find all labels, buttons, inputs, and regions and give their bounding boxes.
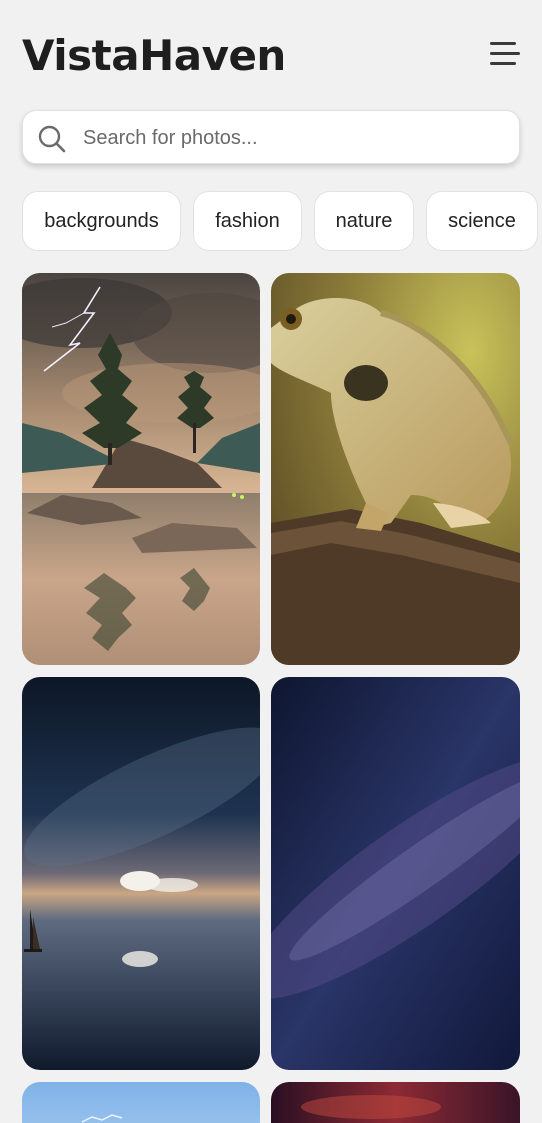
app-title: VistaHaven: [22, 31, 286, 80]
photo-card[interactable]: [22, 1082, 260, 1123]
category-chip-nature[interactable]: nature: [314, 191, 414, 251]
search-bar[interactable]: [22, 110, 520, 164]
photo-image: [22, 1082, 260, 1123]
hamburger-menu-icon[interactable]: [486, 38, 522, 70]
category-chip-fashion[interactable]: fashion: [193, 191, 302, 251]
photo-card[interactable]: [271, 273, 520, 665]
photo-card[interactable]: [271, 1082, 520, 1123]
menu-line: [490, 62, 516, 65]
photo-image: [271, 273, 520, 665]
search-input[interactable]: [81, 119, 505, 157]
category-chips: backgrounds fashion nature science: [22, 191, 542, 253]
photo-image: [22, 677, 260, 1070]
photo-image: [271, 1082, 520, 1123]
photo-card[interactable]: [22, 273, 260, 665]
menu-line: [490, 42, 516, 45]
photo-card[interactable]: [22, 677, 260, 1070]
category-chip-science[interactable]: science: [426, 191, 538, 251]
photo-image: [22, 273, 260, 665]
category-chip-backgrounds[interactable]: backgrounds: [22, 191, 181, 251]
photo-image: [271, 677, 520, 1070]
search-icon: [38, 125, 66, 153]
app-screen: VistaHaven backgrounds fashion nature sc…: [0, 0, 542, 1123]
menu-line: [490, 52, 520, 55]
photo-card[interactable]: [271, 677, 520, 1070]
